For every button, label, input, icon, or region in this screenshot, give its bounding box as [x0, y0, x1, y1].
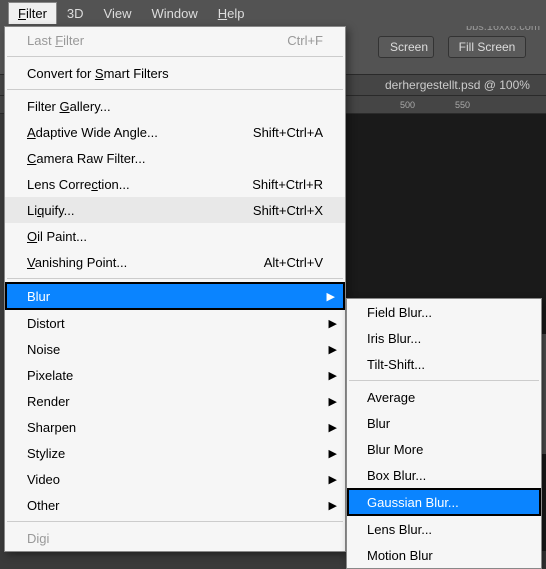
submenu-item-blur-more[interactable]: Blur More	[347, 436, 541, 462]
filter-menu-dropdown: Last FilterCtrl+F Convert for Smart Filte…	[4, 26, 346, 552]
menu-item-sharpen[interactable]: Sharpen▶	[5, 414, 345, 440]
submenu-item-box-blur[interactable]: Box Blur...	[347, 462, 541, 488]
menu-item-last-filter: Last FilterCtrl+F	[5, 27, 345, 53]
submenu-item-motion-blur[interactable]: Motion Blur	[347, 542, 541, 568]
chevron-right-icon: ▶	[329, 421, 337, 434]
menubar-item-view[interactable]: View	[94, 2, 142, 25]
menubar-item-filter[interactable]: Filter	[8, 2, 57, 24]
chevron-right-icon: ▶	[329, 499, 337, 512]
fill-screen-button[interactable]: Fill Screen	[448, 36, 526, 58]
chevron-right-icon: ▶	[327, 290, 335, 303]
menubar-item-help[interactable]: Help	[208, 2, 255, 25]
submenu-item-lens-blur[interactable]: Lens Blur...	[347, 516, 541, 542]
submenu-item-iris-blur[interactable]: Iris Blur...	[347, 325, 541, 351]
menubar: Filter3DViewWindowHelp	[0, 0, 546, 26]
menu-item-pixelate[interactable]: Pixelate▶	[5, 362, 345, 388]
blur-submenu: Field Blur...Iris Blur...Tilt-Shift... Av…	[346, 298, 542, 569]
chevron-right-icon: ▶	[329, 473, 337, 486]
menubar-item-3d[interactable]: 3D	[57, 2, 94, 25]
screen-button[interactable]: Screen	[378, 36, 434, 58]
menu-item-liquify[interactable]: Liquify...Shift+Ctrl+X	[5, 197, 345, 223]
submenu-item-tilt-shift[interactable]: Tilt-Shift...	[347, 351, 541, 377]
menu-item-oil-paint[interactable]: Oil Paint...	[5, 223, 345, 249]
menu-item-lens-correction[interactable]: Lens Correction...Shift+Ctrl+R	[5, 171, 345, 197]
chevron-right-icon: ▶	[329, 317, 337, 330]
menu-item-blur[interactable]: Blur▶	[5, 282, 345, 310]
menu-item-convert-for-smart-filters[interactable]: Convert for Smart Filters	[5, 60, 345, 86]
chevron-right-icon: ▶	[329, 395, 337, 408]
chevron-right-icon: ▶	[329, 369, 337, 382]
menubar-item-window[interactable]: Window	[141, 2, 207, 25]
chevron-right-icon: ▶	[329, 447, 337, 460]
menu-item-video[interactable]: Video▶	[5, 466, 345, 492]
menu-item-stylize[interactable]: Stylize▶	[5, 440, 345, 466]
submenu-item-field-blur[interactable]: Field Blur...	[347, 299, 541, 325]
menu-item-noise[interactable]: Noise▶	[5, 336, 345, 362]
submenu-item-blur[interactable]: Blur	[347, 410, 541, 436]
chevron-right-icon: ▶	[329, 343, 337, 356]
menu-item-distort[interactable]: Distort▶	[5, 310, 345, 336]
menu-item-vanishing-point[interactable]: Vanishing Point...Alt+Ctrl+V	[5, 249, 345, 275]
menu-item-camera-raw-filter[interactable]: Camera Raw Filter...	[5, 145, 345, 171]
menu-item-adaptive-wide-angle[interactable]: Adaptive Wide Angle...Shift+Ctrl+A	[5, 119, 345, 145]
submenu-item-gaussian-blur[interactable]: Gaussian Blur...	[347, 488, 541, 516]
submenu-item-average[interactable]: Average	[347, 384, 541, 410]
menu-item-other[interactable]: Other▶	[5, 492, 345, 518]
menu-item-filter-gallery[interactable]: Filter Gallery...	[5, 93, 345, 119]
menu-item-digi: Digi	[5, 525, 345, 551]
menu-item-render[interactable]: Render▶	[5, 388, 345, 414]
